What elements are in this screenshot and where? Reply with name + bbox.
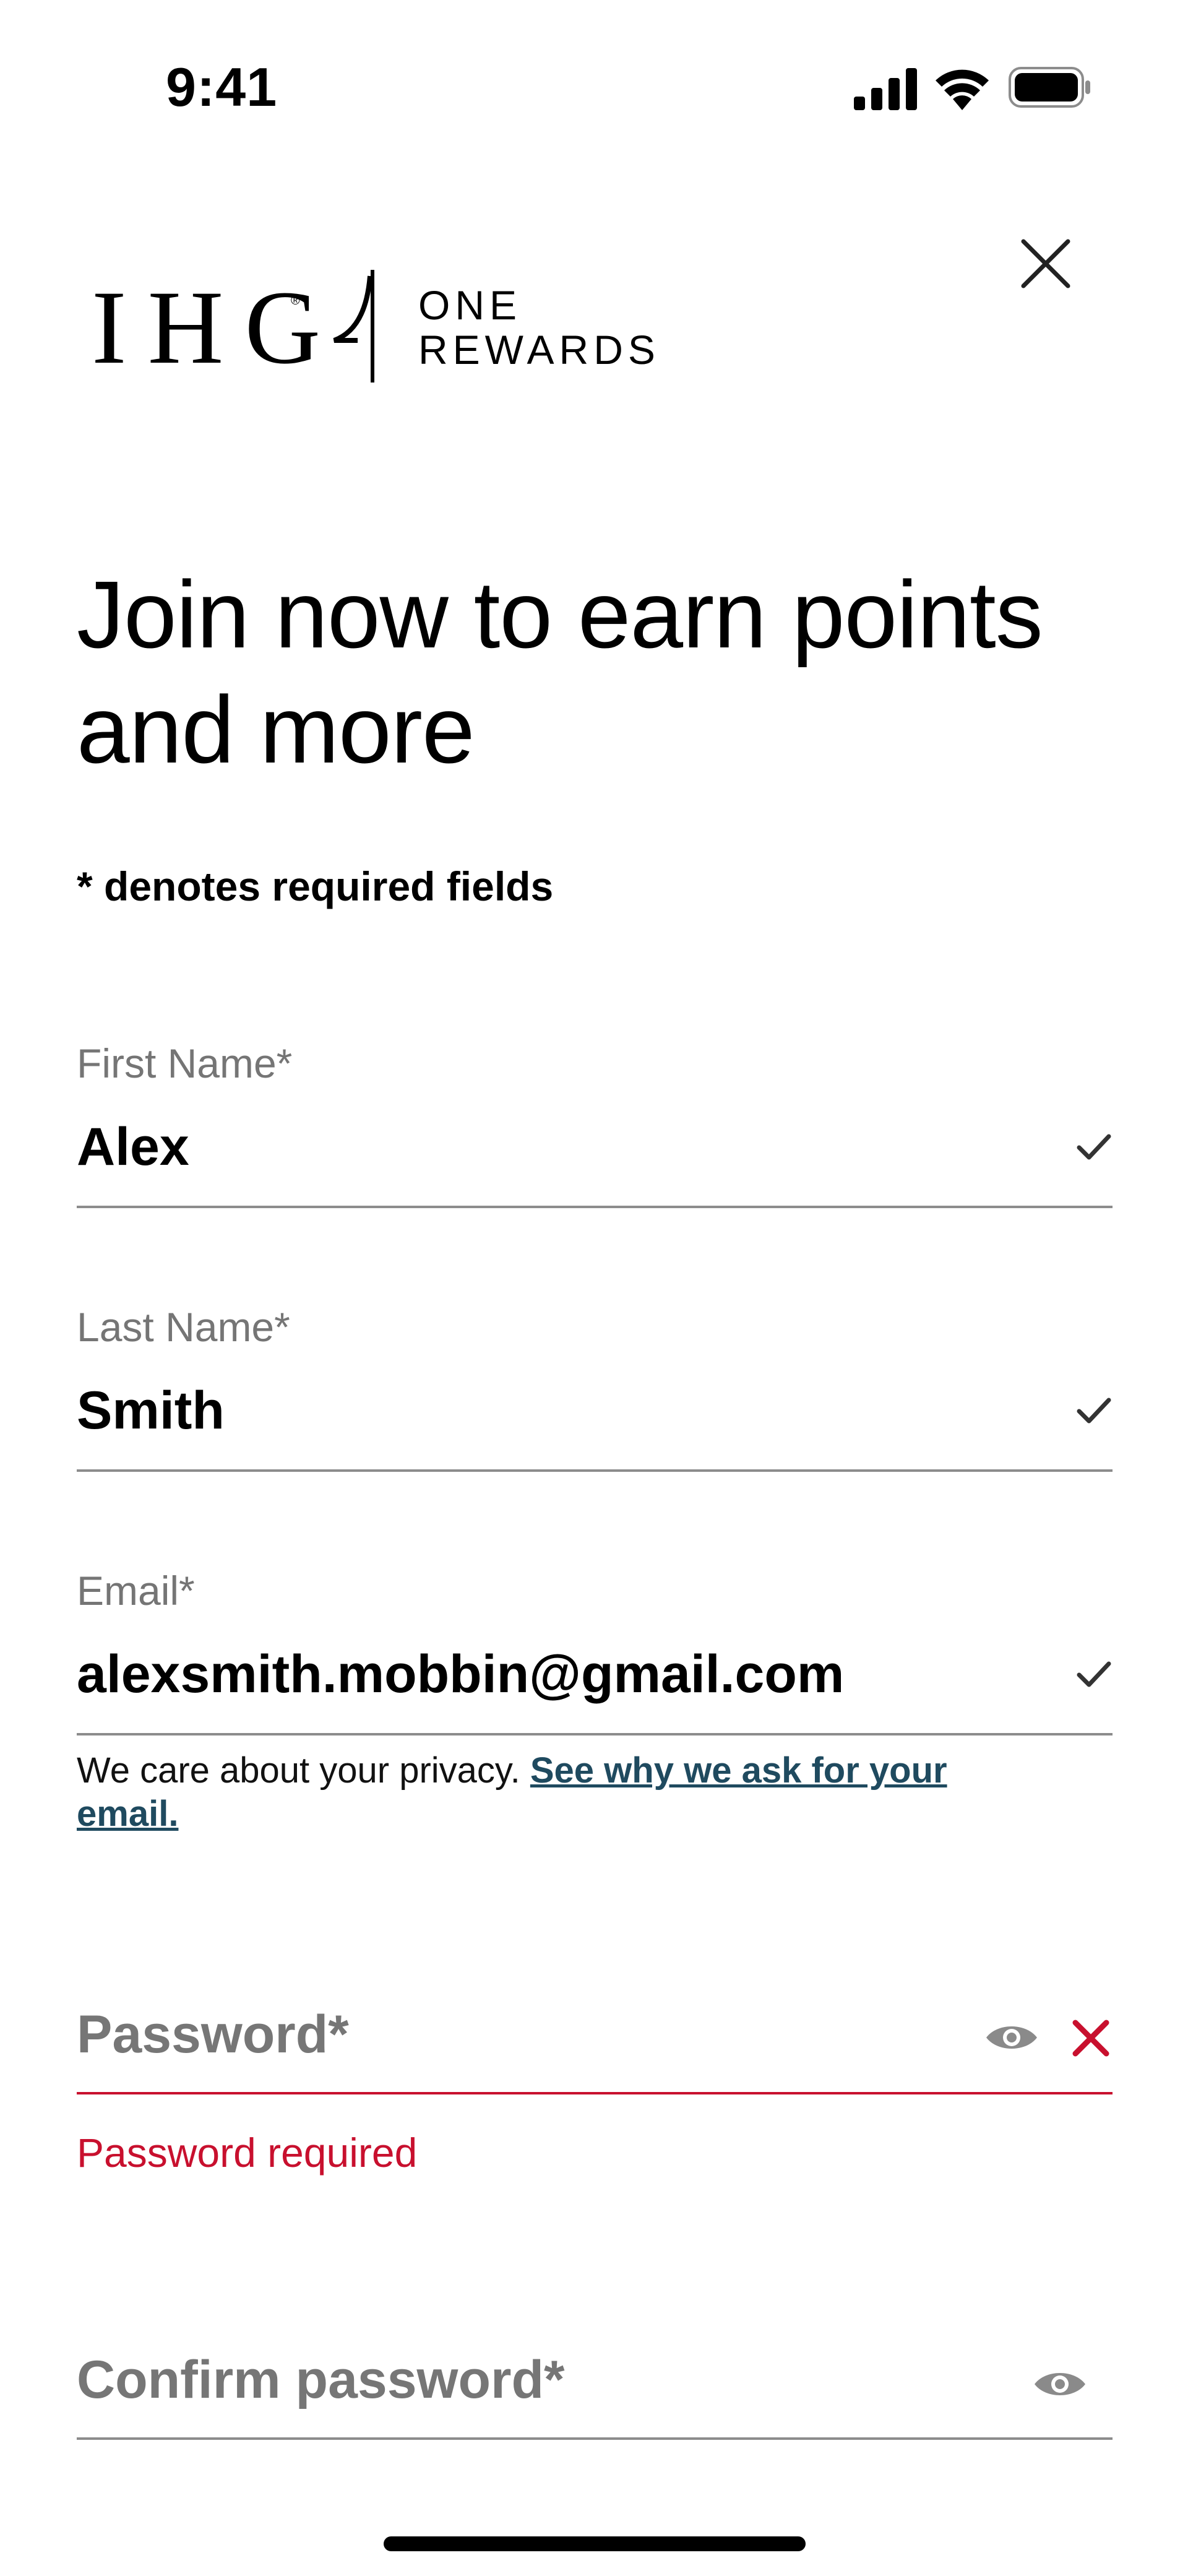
valid-check-icon [1077,1398,1111,1424]
logo-one-text: ONE [418,282,522,328]
wifi-icon [936,69,989,110]
home-indicator [384,2536,806,2551]
confirm-password-placeholder[interactable]: Confirm password* [77,2349,564,2411]
password-underline [77,2092,1113,2094]
password-field[interactable]: Password* [77,1997,1113,2096]
valid-check-icon [1077,1661,1111,1687]
last-name-field[interactable]: Last Name* Smith [77,1303,1113,1472]
email-privacy-note: We care about your privacy. See why we a… [77,1749,974,1836]
confirm-password-underline [77,2437,1113,2440]
error-x-icon [1072,2020,1109,2057]
last-name-value[interactable]: Smith [77,1380,225,1441]
close-icon [1021,239,1070,288]
close-button[interactable] [1015,233,1077,295]
email-label: Email* [77,1568,195,1614]
email-field[interactable]: Email* alexsmith.mobbin@gmail.com [77,1567,1113,1735]
registered-mark: ® [291,294,300,308]
last-name-label: Last Name* [77,1304,290,1350]
confirm-password-field[interactable]: Confirm password* [77,2342,1113,2441]
cellular-signal-icon [854,68,917,110]
email-underline [77,1733,1113,1735]
password-error-message: Password required [77,2130,418,2176]
first-name-value[interactable]: Alex [77,1117,189,1178]
first-name-underline [77,1206,1113,1208]
status-bar: 9:41 [0,0,1188,179]
privacy-note-text: We care about your privacy. [77,1750,520,1791]
show-password-eye-icon[interactable] [984,2020,1040,2055]
first-name-label: First Name* [77,1040,293,1086]
page-title: Join now to earn points and more [77,561,1043,783]
logo-graphic: IHG ® ONE REWARDS [92,269,660,386]
required-fields-note: * denotes required fields [77,863,554,909]
show-password-eye-icon[interactable] [1032,2367,1088,2401]
ihg-one-rewards-logo: IHG ® ONE REWARDS [92,264,667,387]
logo-rewards-text: REWARDS [418,327,660,373]
battery-icon [1009,67,1090,108]
first-name-field[interactable]: First Name* Alex [77,1040,1113,1208]
valid-check-icon [1077,1134,1111,1160]
email-value[interactable]: alexsmith.mobbin@gmail.com [77,1644,844,1705]
last-name-underline [77,1469,1113,1472]
status-time: 9:41 [166,56,278,118]
password-placeholder[interactable]: Password* [77,2004,349,2065]
logo-brand-text: IHG [92,269,342,386]
